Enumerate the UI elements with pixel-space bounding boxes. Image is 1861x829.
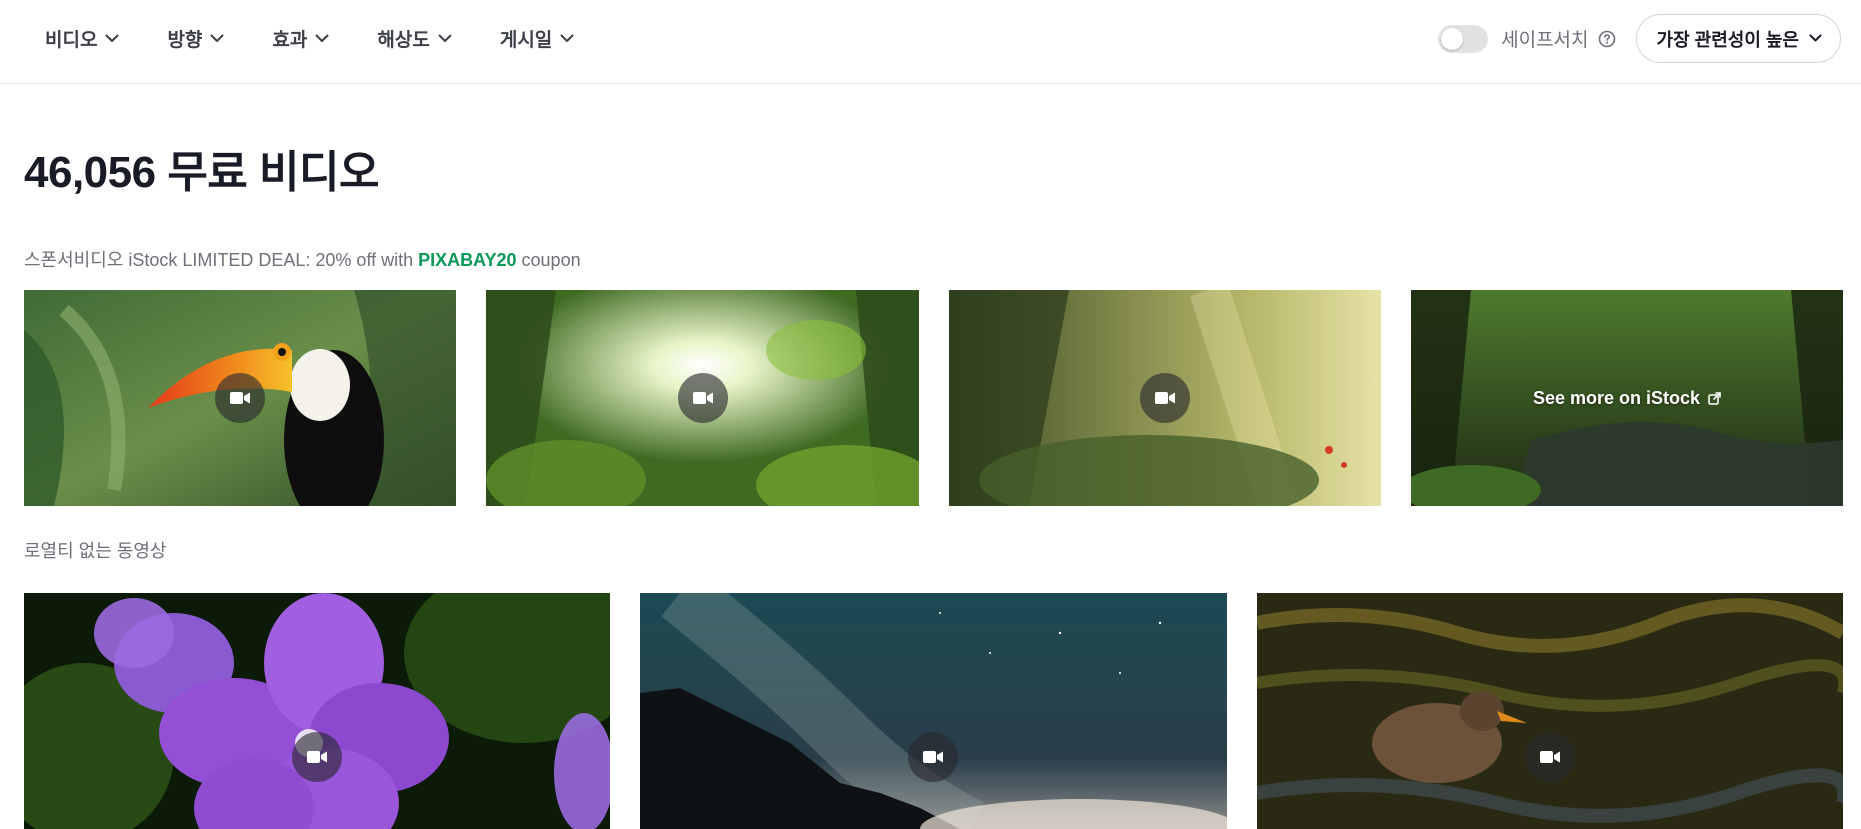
video-camera-icon — [677, 373, 728, 423]
chevron-down-icon — [105, 34, 119, 43]
sponsored-video-tile-jungle[interactable] — [486, 290, 919, 506]
sort-label: 가장 관련성이 높은 — [1656, 29, 1799, 50]
filter-label: 효과 — [272, 29, 308, 51]
filter-label: 게시일 — [499, 29, 553, 51]
filter-video[interactable]: 비디오 — [45, 25, 119, 52]
safesearch-toggle[interactable] — [1438, 24, 1489, 53]
sponsor-prefix: 스폰서비디오 iStock LIMITED DEAL: 20% off with — [24, 250, 419, 270]
video-tile-milky-way[interactable] — [640, 593, 1227, 829]
see-more-label: See more on iStock — [1532, 387, 1701, 408]
video-camera-icon — [908, 732, 958, 782]
external-link-icon — [1708, 391, 1721, 405]
video-tile-duck[interactable] — [1257, 593, 1843, 829]
filter-label: 방향 — [167, 29, 203, 51]
filter-resolution[interactable]: 해상도 — [377, 25, 452, 52]
title-text: 무료 비디오 — [167, 148, 379, 197]
duck-thumbnail — [1257, 593, 1843, 829]
chevron-down-icon — [1809, 34, 1822, 43]
filter-bar: 비디오 방향 효과 해상도 게시일 세이프서치 가장 관련성이 높은 — [0, 0, 1861, 84]
video-camera-icon — [292, 732, 342, 782]
filter-effect[interactable]: 효과 — [272, 25, 329, 52]
sponsored-video-tile-forest[interactable] — [949, 290, 1381, 506]
flower-thumbnail — [24, 593, 610, 829]
result-count: 46,056 — [24, 148, 156, 197]
milky-way-thumbnail — [640, 593, 1227, 829]
video-camera-icon — [1140, 373, 1190, 423]
video-tile-flower[interactable] — [24, 593, 610, 829]
video-camera-icon — [215, 373, 265, 423]
filter-orientation[interactable]: 방향 — [167, 25, 224, 52]
chevron-down-icon — [560, 34, 574, 43]
sponsored-video-tile-toucan[interactable] — [24, 290, 456, 506]
toolbar-right: 세이프서치 가장 관련성이 높은 — [1438, 14, 1841, 63]
safesearch-label: 세이프서치 — [1501, 30, 1589, 51]
filter-date[interactable]: 게시일 — [500, 25, 574, 52]
filter-label: 해상도 — [377, 29, 430, 51]
toggle-knob — [1441, 27, 1464, 50]
page-title: 46,056 무료 비디오 — [24, 136, 379, 200]
section-label: 로열티 없는 동영상 — [24, 541, 167, 561]
help-icon[interactable] — [1598, 30, 1616, 48]
chevron-down-icon — [315, 34, 329, 43]
see-more-istock-link[interactable]: See more on iStock — [1411, 290, 1843, 506]
chevron-down-icon — [438, 34, 452, 43]
see-more-istock-tile[interactable]: See more on iStock — [1411, 290, 1843, 506]
sponsor-banner: 스폰서비디오 iStock LIMITED DEAL: 20% off with… — [24, 246, 581, 272]
filter-label: 비디오 — [45, 29, 98, 51]
sponsor-suffix: coupon — [516, 250, 581, 270]
coupon-code[interactable]: PIXABAY20 — [418, 250, 516, 270]
filter-list: 비디오 방향 효과 해상도 게시일 — [45, 0, 622, 76]
chevron-down-icon — [210, 34, 224, 43]
video-camera-icon — [1525, 732, 1575, 782]
sort-dropdown[interactable]: 가장 관련성이 높은 — [1635, 14, 1841, 63]
